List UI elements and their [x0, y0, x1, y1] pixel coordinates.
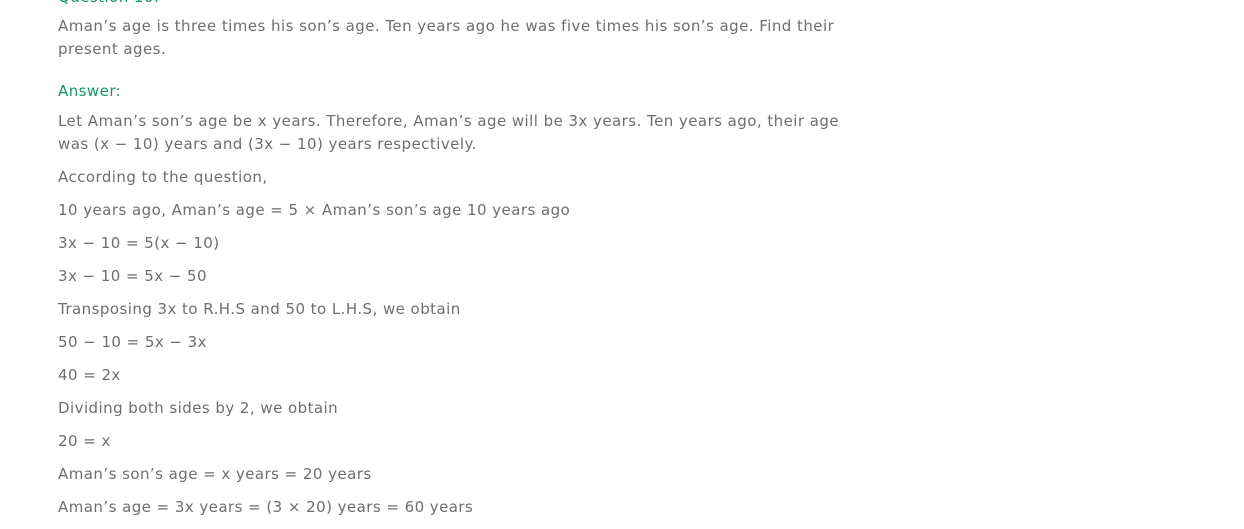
answer-line: 20 = x	[58, 432, 111, 450]
answer-line: Let Aman’s son’s age be x years. Therefo…	[58, 112, 840, 153]
answer-line: Aman’s age = 3x years = (3 × 20) years =…	[58, 498, 474, 516]
answer-line: 50 − 10 = 5x − 3x	[58, 333, 207, 351]
answer-line: Aman’s son’s age = x years = 20 years	[58, 465, 372, 483]
answer-line: 10 years ago, Aman’s age = 5 × Aman’s so…	[58, 201, 571, 219]
answer-line: 3x − 10 = 5(x − 10)	[58, 234, 220, 252]
answer-body: Let Aman’s son’s age be x years. Therefo…	[58, 110, 858, 529]
answer-label: Answer:	[58, 82, 122, 100]
answer-line: Transposing 3x to R.H.S and 50 to L.H.S,…	[58, 300, 461, 318]
answer-line: 3x − 10 = 5x − 50	[58, 267, 207, 285]
question-text: Aman’s age is three times his son’s age.…	[58, 17, 835, 58]
answer-line: Dividing both sides by 2, we obtain	[58, 399, 339, 417]
answer-line: 40 = 2x	[58, 366, 121, 384]
question-label: Question 10:	[58, 0, 159, 9]
answer-line: According to the question,	[58, 168, 268, 186]
